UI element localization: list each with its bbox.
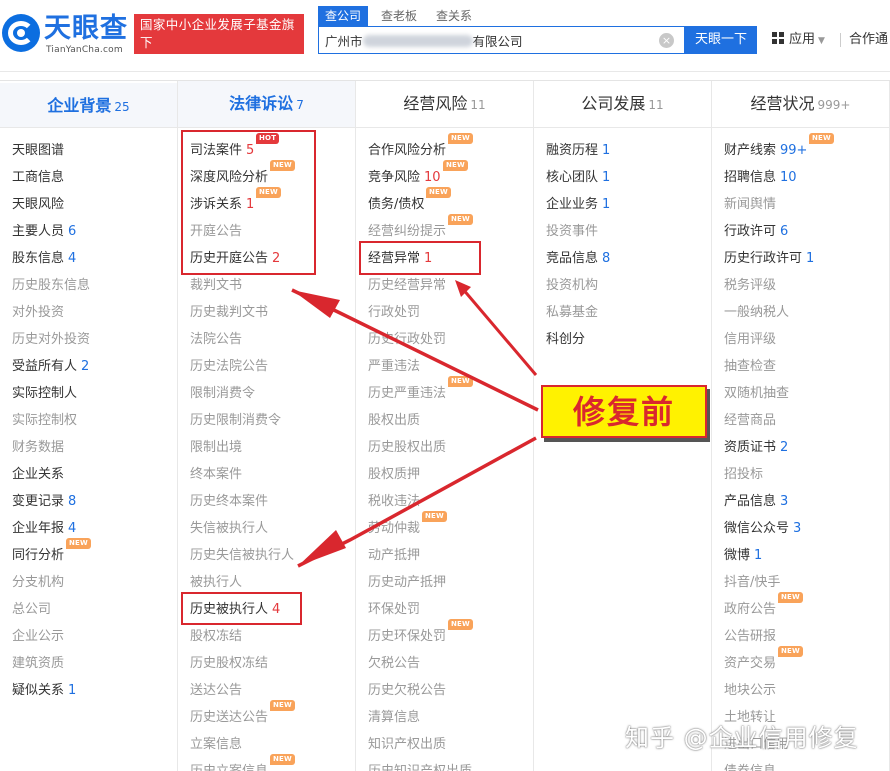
- annotation-arrows: [291, 280, 539, 568]
- arrow-head-executed: [298, 530, 346, 566]
- before-repair-callout: 修复前: [541, 385, 707, 438]
- arrow-to-abnormal: [460, 287, 538, 376]
- arrow-head-lawsuit: [292, 290, 340, 318]
- watermark: 知乎 @企业信用修复: [625, 724, 859, 752]
